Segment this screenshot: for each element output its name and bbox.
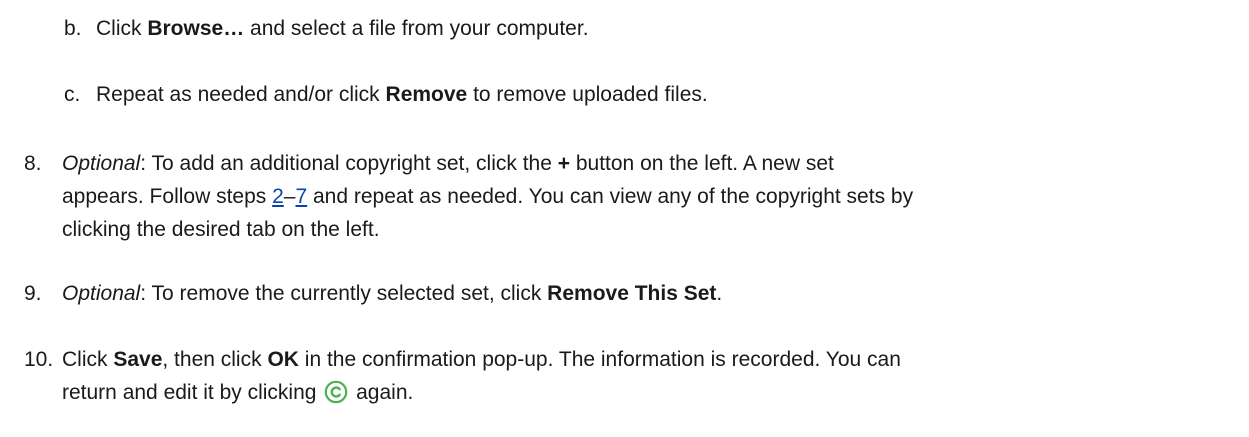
step-8-number: 8. (24, 152, 42, 175)
substep-c-text: Repeat as needed and/or click Remove to … (96, 78, 708, 111)
browse-label: Browse… (147, 17, 245, 40)
step-8-optional: Optional (62, 152, 141, 175)
substep-c-suffix: to remove uploaded files. (467, 83, 708, 106)
plus-label: + (557, 152, 571, 175)
substep-c: c. Repeat as needed and/or click Remove … (24, 78, 1224, 111)
substep-b-prefix: Click (96, 17, 148, 40)
step-8: 8. Optional: To add an additional copyri… (24, 147, 1224, 247)
substep-c-letter: c. (64, 83, 81, 106)
step-9-number: 9. (24, 282, 42, 305)
step-8-line1-b: button on the left. A new set (570, 152, 834, 175)
step-8-line-3: clicking the desired tab on the left. (62, 218, 380, 241)
step-10-number: 10. (24, 348, 54, 371)
step-range-dash: – (283, 185, 296, 208)
remove-label: Remove (385, 83, 468, 106)
step-9-text-b: . (716, 282, 723, 305)
step-9-text-a: : To remove the currently selected set, … (140, 282, 548, 305)
copyright-icon (324, 380, 348, 404)
step-10-line1-c: in the confirmation pop-up. The informat… (298, 348, 901, 371)
step-10: 10. Click Save, then click OK in the con… (24, 343, 1224, 413)
step-10-line-2: return and edit it by clicking again. (62, 376, 413, 409)
step-10-line2-a: return and edit it by clicking (62, 381, 323, 404)
step-10-line1-a: Click (62, 348, 114, 371)
substep-b-letter: b. (64, 17, 82, 40)
step-8-line-2: appears. Follow steps 2–7 and repeat as … (62, 180, 913, 213)
substep-b: b. Click Browse… and select a file from … (24, 12, 1224, 45)
step-8-line-1: Optional: To add an additional copyright… (62, 147, 834, 180)
step-10-line-1: Click Save, then click OK in the confirm… (62, 343, 901, 376)
substep-b-suffix: and select a file from your computer. (244, 17, 589, 40)
step-7-link[interactable]: 7 (295, 185, 307, 208)
step-10-line2-b: again. (350, 381, 414, 404)
step-10-line1-b: , then click (162, 348, 268, 371)
ok-label: OK (267, 348, 299, 371)
step-9-text: Optional: To remove the currently select… (62, 277, 722, 310)
step-9: 9. Optional: To remove the currently sel… (24, 277, 1224, 310)
remove-this-set-label: Remove This Set (547, 282, 717, 305)
save-label: Save (113, 348, 163, 371)
substep-c-prefix: Repeat as needed and/or click (96, 83, 386, 106)
step-2-link[interactable]: 2 (272, 185, 284, 208)
step-8-line2-b: and repeat as needed. You can view any o… (307, 185, 914, 208)
step-8-line1-a: : To add an additional copyright set, cl… (140, 152, 558, 175)
substep-b-text: Click Browse… and select a file from you… (96, 12, 589, 45)
step-8-line2-a: appears. Follow steps (62, 185, 273, 208)
step-9-optional: Optional (62, 282, 141, 305)
